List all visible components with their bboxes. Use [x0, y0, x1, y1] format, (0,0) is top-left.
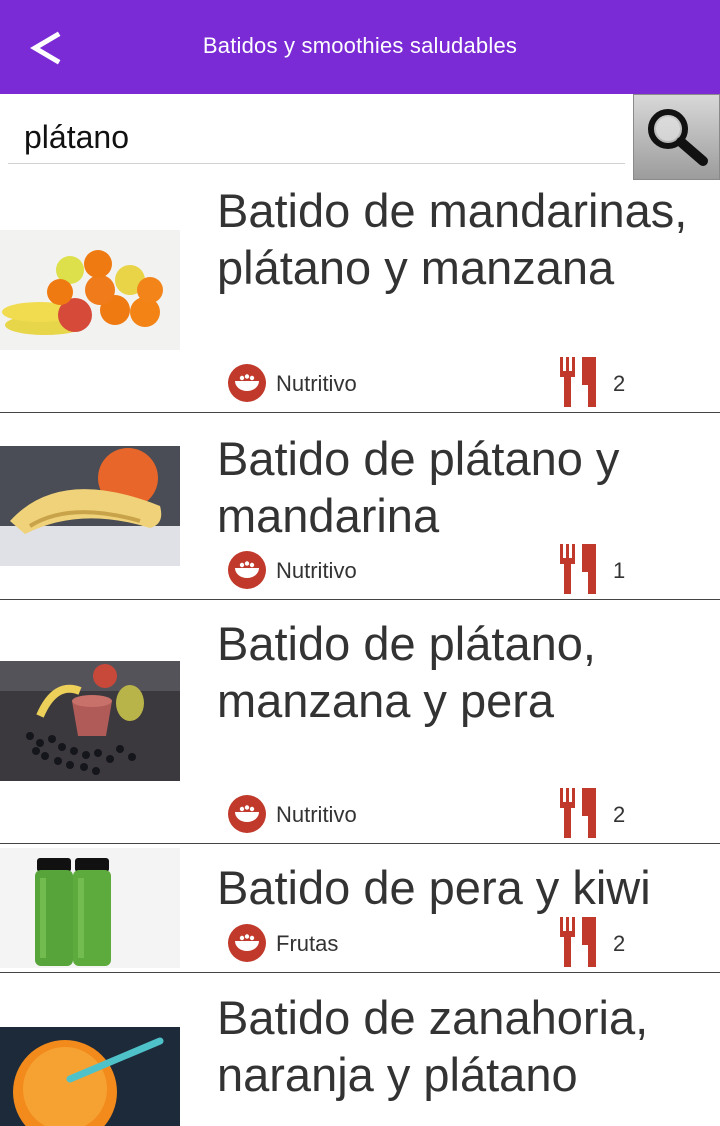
servings-count: 2: [613, 802, 626, 827]
app-bar: Batidos y smoothies saludables: [0, 0, 720, 94]
recipe-meta: Nutritivo 1: [228, 544, 708, 594]
recipe-meta: Nutritivo 2: [228, 788, 708, 838]
recipe-meta: Nutritivo 2: [228, 357, 708, 407]
recipe-title: Batido de mandarinas, plátano y manzana: [217, 184, 688, 294]
recipe-title: Batido de pera y kiwi: [217, 861, 651, 914]
list-item[interactable]: Batido de pera y kiwi Frutas 2: [0, 844, 720, 973]
servings-count: 2: [613, 931, 626, 956]
fork-knife-icon: [560, 917, 596, 967]
list-item[interactable]: Batido de plátano y mandarina Nutritivo …: [0, 413, 720, 600]
fruit-pile-photo: [0, 230, 180, 350]
banana-orange-photo: [0, 446, 180, 566]
recipe-title: Batido de plátano y mandarina: [217, 432, 620, 542]
category-label: Frutas: [276, 931, 339, 956]
smoothie-glass-photo: [0, 661, 180, 781]
bowl-icon: [228, 364, 266, 402]
recipe-meta: Frutas 2: [228, 917, 708, 967]
list-item[interactable]: Batido de plátano, manzana y pera Nutrit…: [0, 600, 720, 844]
list-item[interactable]: Batido de mandarinas, plátano y manzana …: [0, 182, 720, 413]
app-title: Batidos y smoothies saludables: [202, 33, 518, 58]
fork-knife-icon: [560, 788, 596, 838]
category-label: Nutritivo: [276, 802, 357, 827]
servings-count: 1: [613, 558, 626, 583]
bowl-icon: [228, 551, 266, 589]
category-label: Nutritivo: [276, 371, 357, 396]
recipe-title: Batido de zanahoria, naranja y plátano: [217, 991, 649, 1101]
category-label: Nutritivo: [276, 558, 357, 583]
bowl-icon: [228, 795, 266, 833]
list-item[interactable]: Batido de zanahoria, naranja y plátano: [0, 973, 720, 1126]
search-icon: [647, 109, 708, 166]
servings-count: 2: [613, 371, 626, 396]
green-bottles-photo: [0, 848, 180, 968]
fork-knife-icon: [560, 357, 596, 407]
fork-knife-icon: [560, 544, 596, 594]
search-input[interactable]: [8, 94, 625, 164]
recipe-title: Batido de plátano, manzana y pera: [217, 617, 596, 727]
bowl-icon: [228, 924, 266, 962]
orange-drink-photo: [0, 1027, 180, 1126]
search-button[interactable]: [633, 94, 720, 180]
search-bar: [0, 94, 720, 182]
